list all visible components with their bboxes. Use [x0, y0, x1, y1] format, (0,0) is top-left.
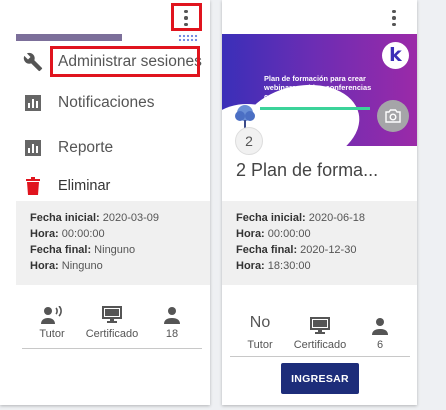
end-time-row: Hora: 18:30:00 [236, 260, 311, 272]
menu-item-label: Administrar sesiones [58, 53, 202, 70]
banner-remnant [16, 34, 122, 41]
tutor-stat: No Tutor [230, 309, 290, 351]
menu-item-label: Notificaciones [58, 94, 155, 111]
stat-label: Certificado [293, 339, 347, 351]
course-title[interactable]: 2 Plan de forma... [236, 160, 378, 181]
tutor-stat: Tutor [22, 298, 82, 340]
certificado-stat: Certificado [290, 309, 350, 351]
date-info-panel: Fecha inicial: 2020-03-09 Hora: 00:00:00… [16, 201, 210, 285]
stat-value: 6 [376, 339, 384, 351]
menu-item-administrar-sesiones[interactable]: Administrar sesiones [22, 51, 202, 73]
menu-item-label: Reporte [58, 139, 114, 156]
bar-chart-icon [22, 92, 44, 114]
start-date-row: Fecha inicial: 2020-06-18 [236, 212, 366, 224]
course-number-badge: 2 [235, 127, 263, 155]
ingresar-button[interactable]: INGRESAR [281, 363, 359, 394]
end-date-row: Fecha final: 2020-12-30 [236, 244, 357, 256]
course-card-left: Administrar sesiones Notificaciones Repo… [0, 0, 210, 405]
start-time-row: Hora: 00:00:00 [30, 228, 105, 240]
stat-value: No [249, 314, 271, 331]
stat-label: Tutor [39, 328, 65, 340]
menu-item-notificaciones[interactable]: Notificaciones [22, 92, 155, 114]
kme-logo: k [382, 42, 409, 69]
menu-item-reporte[interactable]: Reporte [22, 137, 113, 159]
bar-chart-icon [22, 137, 44, 159]
monitor-icon [102, 298, 122, 324]
stat-label: Certificado [85, 328, 139, 340]
stat-label: Tutor [247, 339, 273, 351]
banner-text: Plan de formación para crear webinars y … [264, 74, 372, 101]
course-card-right[interactable]: Plan de formación para crear webinars y … [222, 0, 417, 405]
start-date-row: Fecha inicial: 2020-03-09 [30, 212, 160, 224]
menu-item-label: Eliminar [58, 178, 111, 194]
students-stat: 6 [350, 309, 410, 351]
divider [230, 356, 410, 357]
more-options-icon[interactable] [179, 7, 193, 29]
banner-accent-line [260, 107, 370, 110]
wrench-icon [22, 51, 44, 73]
course-stats: Tutor Certificado 18 [22, 298, 202, 340]
menu-item-eliminar[interactable]: Eliminar [22, 175, 110, 197]
trash-icon [22, 175, 44, 197]
monitor-icon [310, 309, 330, 335]
camera-icon[interactable] [377, 100, 409, 132]
students-stat: 18 [142, 298, 202, 340]
start-time-row: Hora: 00:00:00 [236, 228, 311, 240]
more-options-icon[interactable] [387, 7, 401, 29]
end-time-row: Hora: Ninguno [30, 260, 103, 272]
divider [22, 348, 202, 349]
stat-value: 18 [165, 328, 179, 340]
person-icon [372, 309, 388, 335]
person-icon [164, 298, 180, 324]
certificado-stat: Certificado [82, 298, 142, 340]
end-date-row: Fecha final: Ninguno [30, 244, 136, 256]
person-voice-icon [41, 298, 63, 324]
banner-dots [178, 34, 198, 43]
course-stats: No Tutor Certificado 6 [230, 309, 410, 351]
date-info-panel: Fecha inicial: 2020-06-18 Hora: 00:00:00… [222, 201, 417, 285]
